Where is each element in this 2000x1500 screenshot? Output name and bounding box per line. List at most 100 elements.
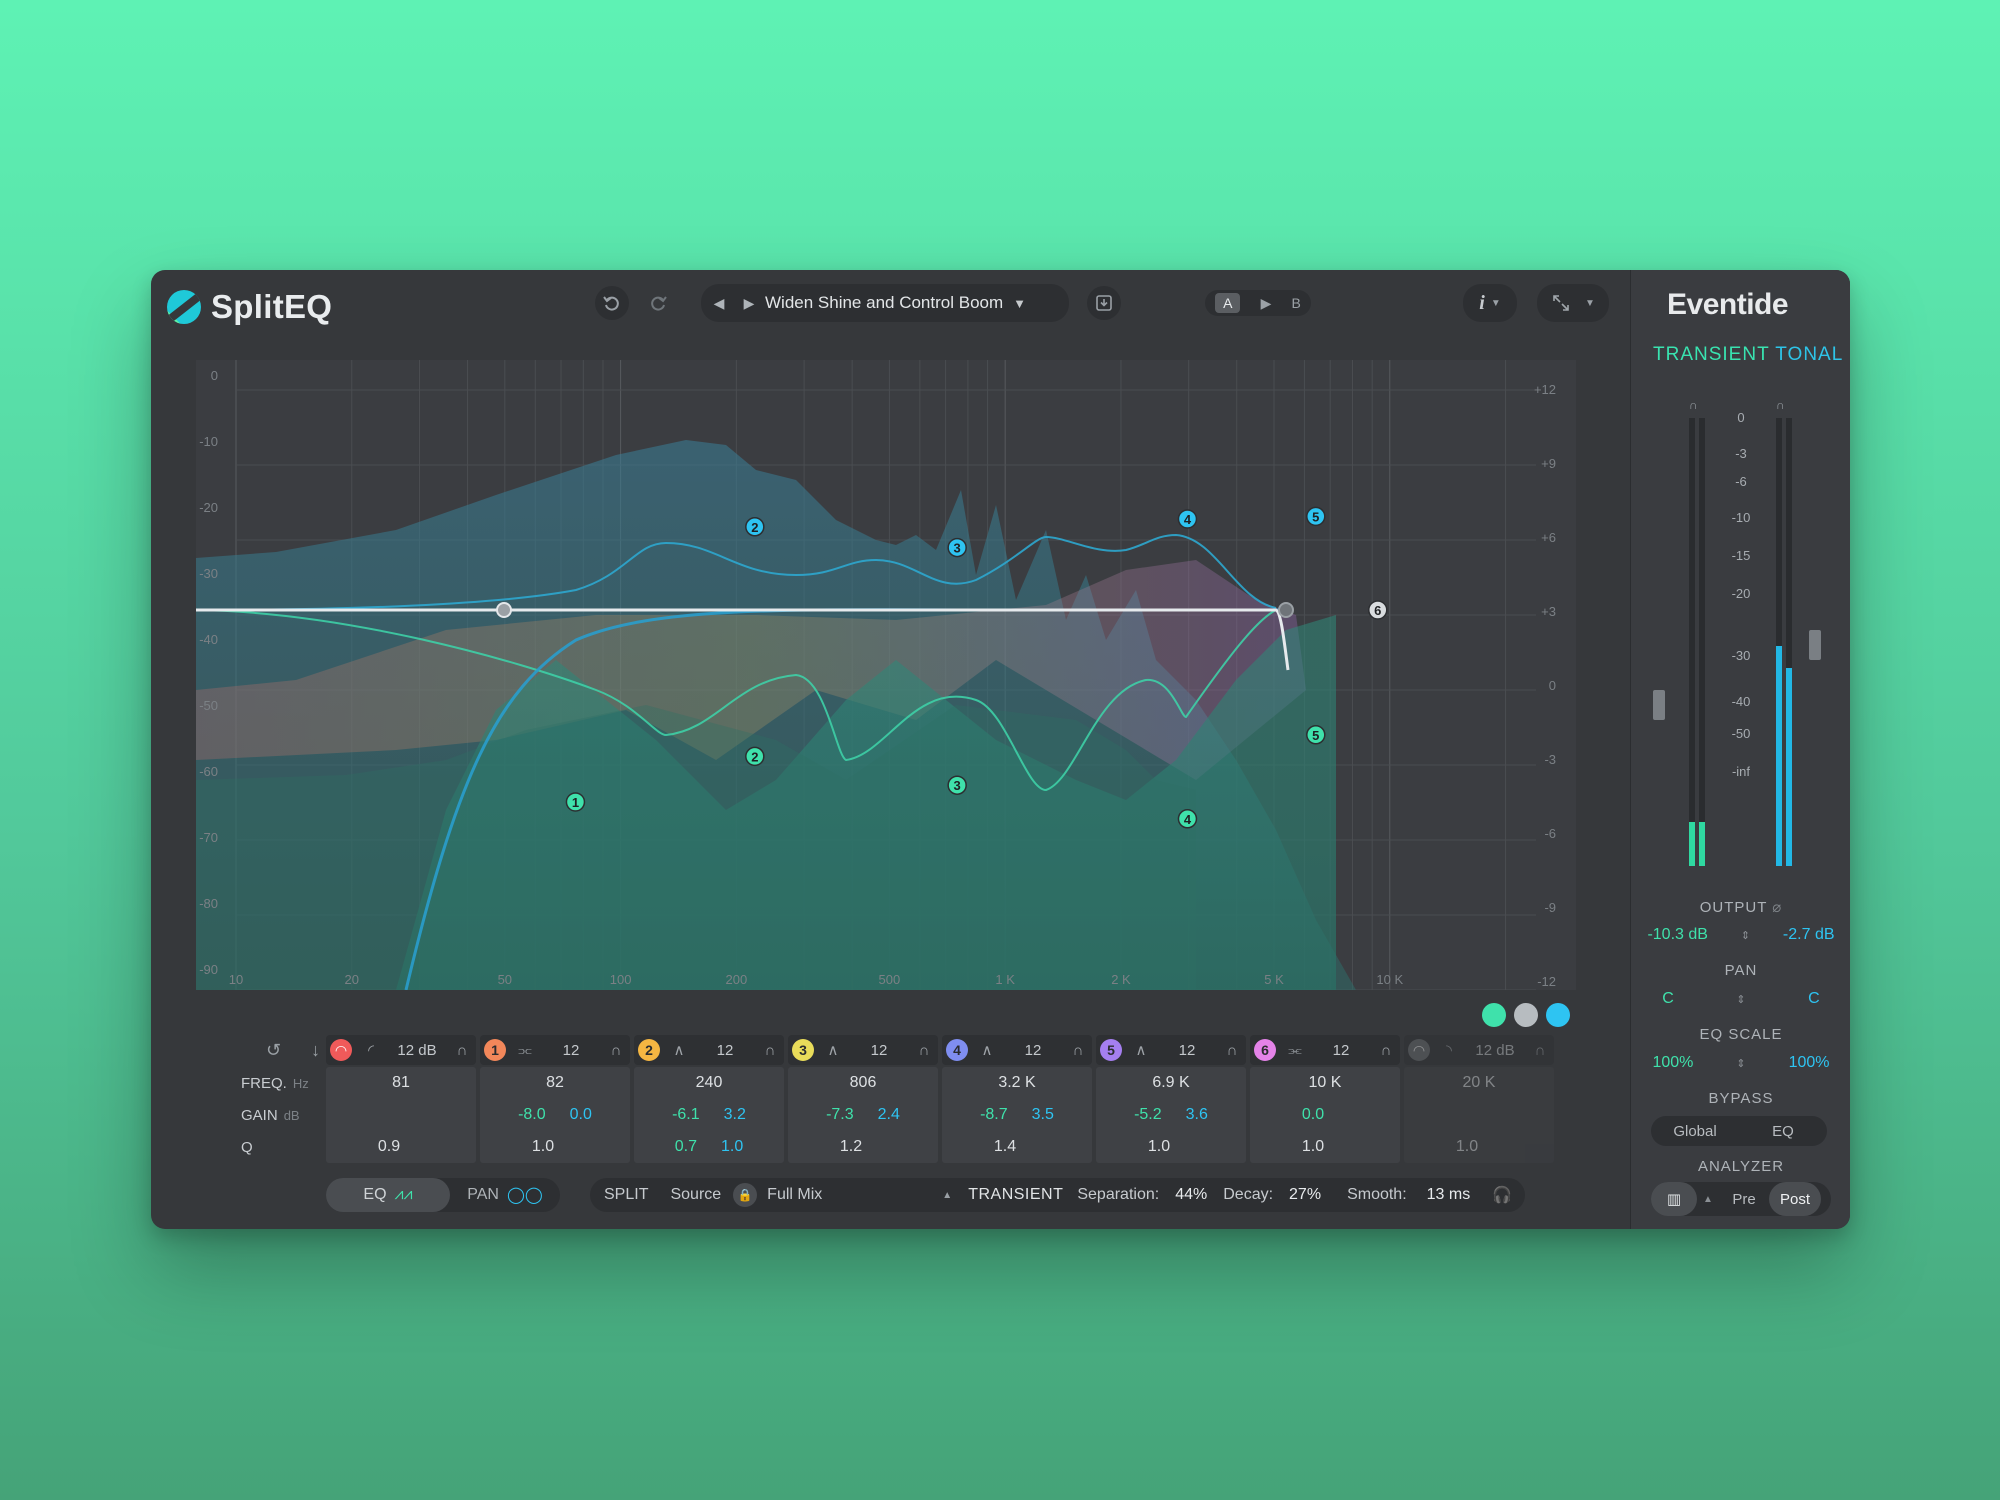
band-freq-value[interactable]: 20 K: [1404, 1067, 1554, 1099]
band-gain-tonal[interactable]: 2.4: [878, 1099, 900, 1131]
chevron-up-icon[interactable]: ▲: [942, 1190, 952, 1201]
eq-node-2-tonal[interactable]: 2: [745, 517, 765, 537]
band-freq-value[interactable]: 240: [634, 1067, 784, 1099]
reset-icon[interactable]: ↺: [266, 1040, 281, 1061]
headphones-icon[interactable]: ∩: [1218, 1042, 1246, 1059]
band-number-badge[interactable]: 4: [946, 1039, 968, 1061]
eq-node-3-transient[interactable]: 3: [947, 775, 967, 795]
band-q-tonal[interactable]: 1.0: [721, 1131, 743, 1163]
headphones-icon[interactable]: [1546, 1003, 1570, 1027]
chevron-down-icon[interactable]: ▼: [1013, 296, 1026, 311]
headphones-icon[interactable]: ∩: [1526, 1042, 1554, 1059]
band-q-value[interactable]: 1.0: [1302, 1131, 1324, 1163]
slope-value[interactable]: 12: [1002, 1042, 1064, 1059]
download-icon[interactable]: ↓: [311, 1040, 320, 1061]
band-q-value[interactable]: 1.2: [840, 1131, 862, 1163]
tonal-fader-handle[interactable]: [1809, 630, 1821, 660]
resize-menu-button[interactable]: ▼: [1537, 284, 1609, 322]
preset-selector[interactable]: ◀ ▶ Widen Shine and Control Boom ▼: [701, 284, 1069, 322]
band-gain-transient[interactable]: -8.7: [980, 1099, 1008, 1131]
pan-transient-value[interactable]: C: [1662, 990, 1674, 1008]
analyzer-post-button[interactable]: Post: [1769, 1182, 1821, 1216]
pan-mode-button[interactable]: PAN ◯◯: [450, 1185, 560, 1205]
band-freq-value[interactable]: 82: [480, 1067, 630, 1099]
high-cut-handle[interactable]: [1278, 602, 1294, 618]
a-slot-button[interactable]: A: [1215, 293, 1241, 313]
band-gain-tonal[interactable]: 3.6: [1186, 1099, 1208, 1131]
band-freq-value[interactable]: 3.2 K: [942, 1067, 1092, 1099]
headphones-icon[interactable]: ∩: [1689, 398, 1705, 412]
band-gain-transient[interactable]: -6.1: [672, 1099, 700, 1131]
band-gain-transient[interactable]: 0.0: [1302, 1099, 1324, 1131]
headphones-icon[interactable]: ∩: [910, 1042, 938, 1059]
band-number-badge[interactable]: 1: [484, 1039, 506, 1061]
save-preset-button[interactable]: [1087, 286, 1121, 320]
filter-type-icon[interactable]: ∧: [972, 1041, 1002, 1059]
band-number-badge[interactable]: 5: [1100, 1039, 1122, 1061]
filter-type-icon[interactable]: ⫗: [510, 1042, 540, 1059]
slope-value[interactable]: 12 dB: [1464, 1042, 1526, 1059]
filter-type-icon[interactable]: ∧: [1126, 1041, 1156, 1059]
band-gain-tonal[interactable]: 3.2: [724, 1099, 746, 1131]
eq-graph[interactable]: 1223344556 0-10-20-30-40-50-60-70-80-90 …: [196, 360, 1576, 990]
headphones-icon[interactable]: ∩: [602, 1042, 630, 1059]
copy-arrow-icon[interactable]: ▶: [1261, 295, 1272, 312]
eq-node-1-transient[interactable]: 1: [565, 792, 586, 812]
link-arrows-icon[interactable]: ⇕: [1736, 993, 1745, 1006]
source-select[interactable]: Full Mix: [767, 1186, 822, 1204]
bypass-eq-button[interactable]: EQ: [1739, 1123, 1827, 1140]
band-number-badge[interactable]: 6: [1254, 1039, 1276, 1061]
filter-type-icon[interactable]: ∧: [818, 1041, 848, 1059]
band-q-value[interactable]: 0.9: [378, 1131, 400, 1163]
headphones-icon[interactable]: ∩: [448, 1042, 476, 1059]
headphones-icon[interactable]: ∩: [1064, 1042, 1092, 1059]
eq-node-4-tonal[interactable]: 4: [1177, 509, 1198, 529]
filter-type-icon[interactable]: ⫘: [1280, 1042, 1310, 1059]
filter-toggle-icon[interactable]: ◠: [1408, 1039, 1430, 1061]
bypass-global-button[interactable]: Global: [1651, 1123, 1739, 1140]
output-transient-value[interactable]: -10.3 dB: [1647, 926, 1707, 944]
layer-solo-group[interactable]: [1482, 1003, 1570, 1027]
decay-value[interactable]: 27%: [1289, 1186, 1321, 1204]
slope-value[interactable]: 12: [848, 1042, 910, 1059]
band-number-badge[interactable]: 2: [638, 1039, 660, 1061]
transient-fader-handle[interactable]: [1653, 690, 1665, 720]
band-gain-tonal[interactable]: 3.5: [1032, 1099, 1054, 1131]
headphones-icon[interactable]: [1482, 1003, 1506, 1027]
band-freq-value[interactable]: 81: [326, 1067, 476, 1099]
output-tonal-value[interactable]: -2.7 dB: [1783, 926, 1835, 944]
band-gain-transient[interactable]: -8.0: [518, 1099, 546, 1131]
filter-type-icon[interactable]: ◝: [1434, 1041, 1464, 1059]
band-q-value[interactable]: 1.0: [1456, 1131, 1478, 1163]
ab-compare[interactable]: A ▶ B: [1205, 290, 1311, 316]
eq-scale-transient-value[interactable]: 100%: [1652, 1054, 1693, 1072]
band-freq-value[interactable]: 806: [788, 1067, 938, 1099]
info-menu-button[interactable]: i ▼: [1463, 284, 1517, 322]
slope-value[interactable]: 12: [694, 1042, 756, 1059]
eq-node-4-transient[interactable]: 4: [1177, 809, 1198, 829]
smooth-value[interactable]: 13 ms: [1427, 1186, 1471, 1204]
band-q-value[interactable]: 1.0: [532, 1131, 554, 1163]
eq-node-5-transient[interactable]: 5: [1306, 725, 1326, 745]
analyzer-toggle-icon[interactable]: ▥: [1651, 1182, 1697, 1216]
band-q-value[interactable]: 1.0: [1148, 1131, 1170, 1163]
eq-pan-toggle[interactable]: EQ ⩘⩘ PAN ◯◯: [326, 1178, 560, 1212]
eq-node-6-shared[interactable]: 6: [1368, 600, 1388, 620]
band-freq-value[interactable]: 10 K: [1250, 1067, 1400, 1099]
band-number-badge[interactable]: 3: [792, 1039, 814, 1061]
filter-type-icon[interactable]: ∧: [664, 1041, 694, 1059]
analyzer-pre-button[interactable]: Pre: [1719, 1191, 1769, 1208]
band-gain-transient[interactable]: -5.2: [1134, 1099, 1162, 1131]
band-gain-transient[interactable]: -7.3: [826, 1099, 854, 1131]
headphones-icon[interactable]: ∩: [1372, 1042, 1400, 1059]
headphones-icon[interactable]: ∩: [756, 1042, 784, 1059]
slope-value[interactable]: 12 dB: [386, 1042, 448, 1059]
slope-value[interactable]: 12: [1310, 1042, 1372, 1059]
preset-name[interactable]: Widen Shine and Control Boom: [765, 293, 1003, 313]
band-freq-value[interactable]: 6.9 K: [1096, 1067, 1246, 1099]
headphones-icon[interactable]: [1514, 1003, 1538, 1027]
slope-value[interactable]: 12: [1156, 1042, 1218, 1059]
eq-node-2-transient[interactable]: 2: [745, 746, 765, 767]
chevron-up-icon[interactable]: ▲: [1697, 1194, 1719, 1205]
eq-node-3-tonal[interactable]: 3: [947, 537, 967, 558]
